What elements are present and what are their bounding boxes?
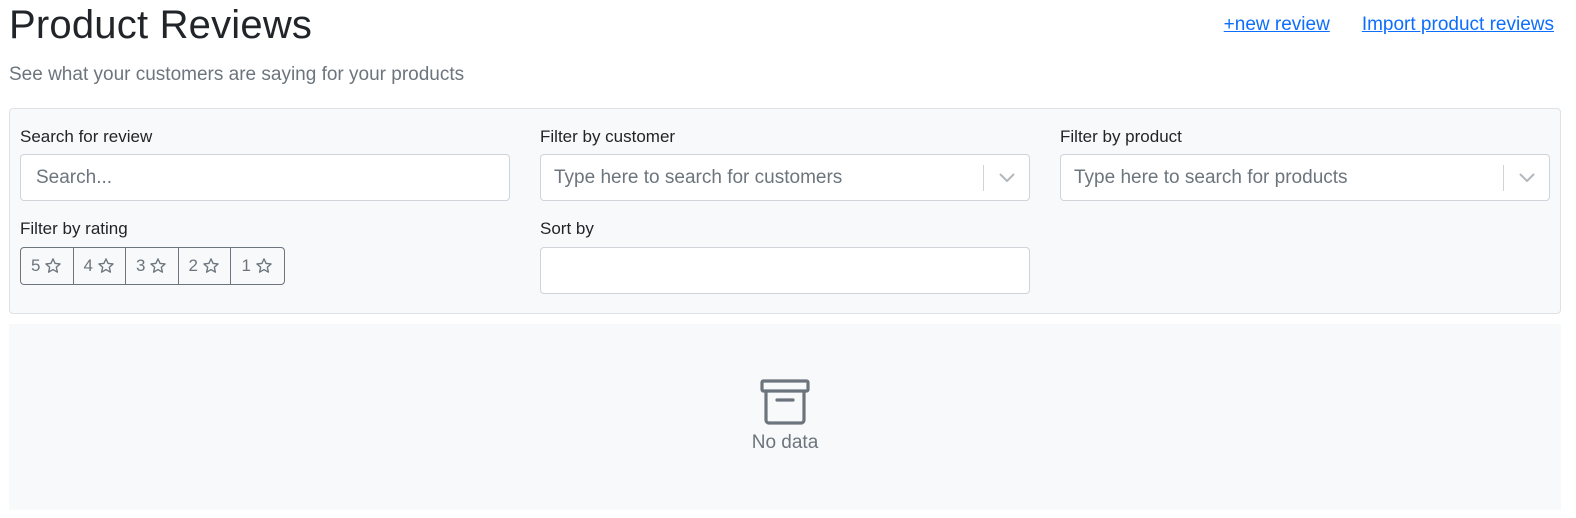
page-title: Product Reviews [9, 3, 313, 47]
star-icon [45, 258, 62, 273]
search-label: Search for review [20, 127, 153, 146]
product-filter-select[interactable]: Type here to search for products [1060, 154, 1550, 201]
star-icon [150, 258, 167, 273]
rating-value: 5 [31, 256, 41, 275]
results-panel: No data [9, 324, 1561, 510]
search-input[interactable] [20, 154, 510, 201]
sort-by-select[interactable] [540, 247, 1030, 294]
product-filter-label: Filter by product [1060, 127, 1182, 146]
rating-5-button[interactable]: 5 [21, 248, 74, 284]
rating-2-button[interactable]: 2 [179, 248, 231, 284]
rating-1-button[interactable]: 1 [231, 248, 284, 284]
filter-panel: Search for review Filter by customer Typ… [9, 108, 1561, 314]
rating-3-button[interactable]: 3 [126, 248, 179, 284]
empty-state-text: No data [751, 432, 819, 453]
rating-value: 4 [83, 256, 93, 275]
star-icon [203, 258, 219, 273]
import-reviews-link[interactable]: Import product reviews [1362, 14, 1554, 36]
rating-filter-group: 5 4 3 2 1 [20, 247, 285, 285]
customer-filter-label: Filter by customer [540, 127, 676, 146]
product-filter-placeholder: Type here to search for products [1074, 166, 1348, 188]
chevron-down-icon[interactable] [984, 155, 1029, 200]
rating-4-button[interactable]: 4 [74, 248, 126, 284]
rating-filter-label: Filter by rating [20, 219, 128, 238]
customer-filter-placeholder: Type here to search for customers [554, 166, 843, 188]
customer-filter-select[interactable]: Type here to search for customers [540, 154, 1030, 201]
page-subtitle: See what your customers are saying for y… [9, 64, 465, 85]
page-header: Product Reviews See what your customers … [0, 0, 1576, 108]
chevron-down-icon[interactable] [1504, 155, 1549, 200]
rating-value: 3 [136, 256, 146, 275]
star-icon [256, 258, 272, 273]
sort-by-label: Sort by [540, 219, 594, 238]
archive-box-icon [760, 379, 810, 425]
new-review-link[interactable]: +new review [1224, 14, 1330, 36]
rating-value: 2 [188, 256, 198, 275]
rating-value: 1 [241, 256, 251, 275]
star-icon [98, 258, 114, 273]
header-actions: +new review Import product reviews [1224, 14, 1554, 36]
